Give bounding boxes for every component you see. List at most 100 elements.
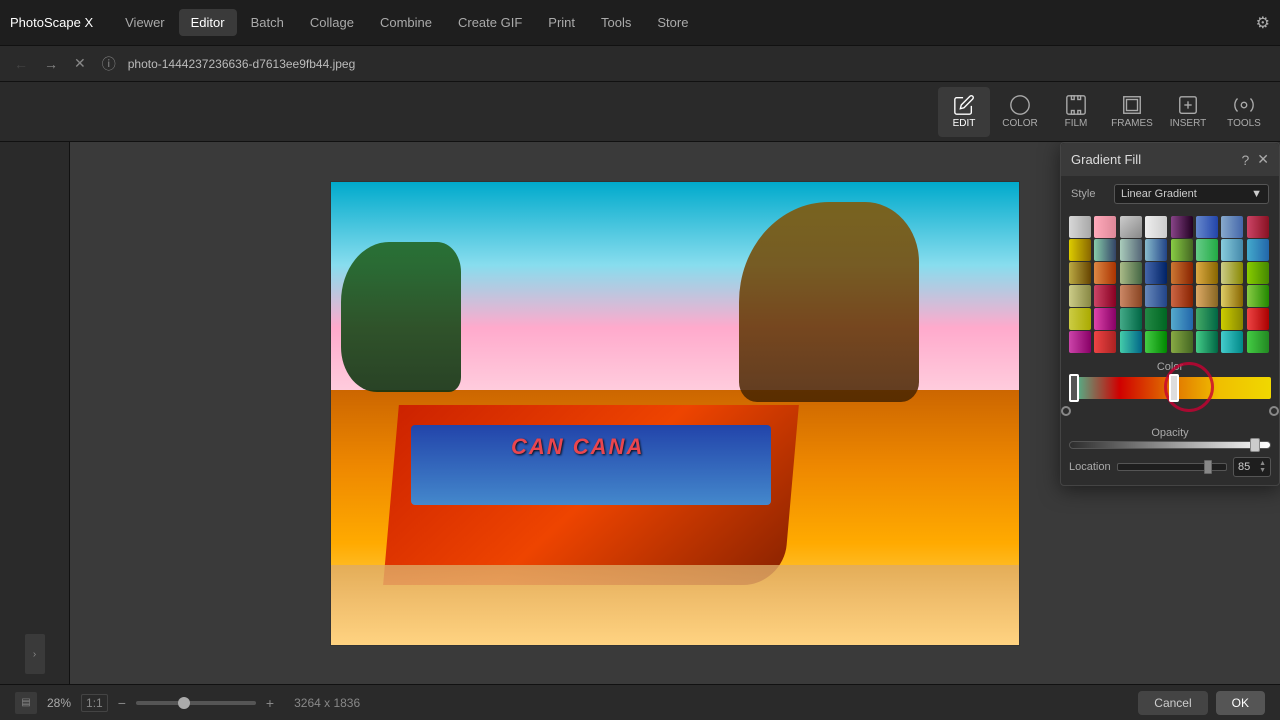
swatch-item[interactable] (1221, 262, 1243, 284)
swatch-item[interactable] (1196, 239, 1218, 261)
opacity-label: Opacity (1069, 423, 1271, 441)
tab-collage[interactable]: Collage (298, 9, 366, 36)
color-stop-handle-left[interactable] (1069, 374, 1079, 402)
swatch-item[interactable] (1145, 331, 1167, 353)
tab-batch[interactable]: Batch (239, 9, 296, 36)
swatch-item[interactable] (1094, 262, 1116, 284)
tab-combine[interactable]: Combine (368, 9, 444, 36)
swatch-item[interactable] (1171, 216, 1193, 238)
swatch-item[interactable] (1221, 308, 1243, 330)
swatch-item[interactable] (1120, 239, 1142, 261)
swatch-item[interactable] (1171, 239, 1193, 261)
location-slider-thumb[interactable] (1204, 460, 1212, 474)
swatch-item[interactable] (1069, 308, 1091, 330)
swatch-item[interactable] (1247, 331, 1269, 353)
swatch-item[interactable] (1094, 285, 1116, 307)
ok-button[interactable]: OK (1216, 691, 1265, 715)
tab-tools[interactable]: Tools (589, 9, 643, 36)
sidebar-collapse-button[interactable]: › (25, 634, 45, 674)
opacity-slider-track[interactable] (1069, 441, 1271, 449)
swatch-item[interactable] (1171, 285, 1193, 307)
gear-icon[interactable]: ⚙ (1256, 13, 1270, 33)
swatch-item[interactable] (1196, 285, 1218, 307)
swatch-item[interactable] (1221, 285, 1243, 307)
color-icon (1009, 94, 1031, 116)
swatch-item[interactable] (1196, 331, 1218, 353)
swatch-item[interactable] (1221, 216, 1243, 238)
swatch-item[interactable] (1094, 308, 1116, 330)
zoom-out-button[interactable]: − (118, 695, 126, 711)
tool-edit[interactable]: EDIT (938, 87, 990, 137)
tool-film[interactable]: FILM (1050, 87, 1102, 137)
swatch-item[interactable] (1120, 285, 1142, 307)
swatch-item[interactable] (1069, 262, 1091, 284)
tab-store[interactable]: Store (645, 9, 700, 36)
tab-editor[interactable]: Editor (179, 9, 237, 36)
swatch-item[interactable] (1247, 262, 1269, 284)
swatch-item[interactable] (1145, 285, 1167, 307)
swatch-item[interactable] (1120, 216, 1142, 238)
tab-viewer[interactable]: Viewer (113, 9, 177, 36)
swatch-item[interactable] (1247, 285, 1269, 307)
tab-print[interactable]: Print (536, 9, 587, 36)
thumbnail-button[interactable]: ▤ (15, 692, 37, 714)
swatch-item[interactable] (1145, 216, 1167, 238)
cancel-button[interactable]: Cancel (1138, 691, 1207, 715)
location-increment[interactable]: ▲ (1259, 460, 1266, 467)
swatch-item[interactable] (1196, 262, 1218, 284)
filename: photo-1444237236636-d7613ee9fb44.jpeg (128, 57, 1270, 71)
addressbar: ← → ✕ ⓘ photo-1444237236636-d7613ee9fb44… (0, 46, 1280, 82)
forward-button[interactable]: → (40, 54, 62, 74)
swatch-item[interactable] (1171, 262, 1193, 284)
stop-marker-left[interactable] (1061, 406, 1071, 416)
swatch-item[interactable] (1145, 262, 1167, 284)
tool-tools[interactable]: TOOLS (1218, 87, 1270, 137)
edit-icon (953, 94, 975, 116)
boat-text: CAN CANA (511, 434, 644, 460)
swatch-item[interactable] (1094, 331, 1116, 353)
swatch-item[interactable] (1247, 239, 1269, 261)
close-nav-button[interactable]: ✕ (70, 53, 90, 74)
back-button[interactable]: ← (10, 54, 32, 74)
swatch-item[interactable] (1247, 308, 1269, 330)
swatch-item[interactable] (1069, 239, 1091, 261)
swatch-item[interactable] (1247, 216, 1269, 238)
swatch-item[interactable] (1145, 239, 1167, 261)
location-slider-track[interactable] (1117, 463, 1227, 471)
swatch-item[interactable] (1094, 239, 1116, 261)
swatch-item[interactable] (1221, 239, 1243, 261)
swatch-item[interactable] (1069, 285, 1091, 307)
location-spinner[interactable]: ▲ ▼ (1259, 460, 1266, 474)
location-decrement[interactable]: ▼ (1259, 467, 1266, 474)
tool-color[interactable]: COLOR (994, 87, 1046, 137)
info-button[interactable]: ⓘ (98, 52, 120, 76)
swatch-item[interactable] (1120, 308, 1142, 330)
dialog-help-button[interactable]: ? (1241, 152, 1249, 168)
zoom-in-button[interactable]: + (266, 695, 274, 711)
opacity-slider-thumb[interactable] (1250, 438, 1260, 452)
swatch-item[interactable] (1196, 308, 1218, 330)
swatch-item[interactable] (1171, 308, 1193, 330)
zoom-slider-thumb[interactable] (178, 697, 190, 709)
swatch-item[interactable] (1120, 262, 1142, 284)
tool-insert[interactable]: INSERT (1162, 87, 1214, 137)
zoom-ratio[interactable]: 1:1 (81, 694, 108, 712)
zoom-slider-track[interactable] (136, 701, 256, 705)
swatch-item[interactable] (1145, 308, 1167, 330)
stop-marker-right[interactable] (1269, 406, 1279, 416)
dialog-close-button[interactable]: ✕ (1257, 151, 1269, 168)
tool-frames[interactable]: FRAMES (1106, 87, 1158, 137)
swatch-item[interactable] (1221, 331, 1243, 353)
color-stop-handle-active[interactable] (1169, 374, 1179, 402)
swatch-item[interactable] (1196, 216, 1218, 238)
swatch-item[interactable] (1094, 216, 1116, 238)
style-dropdown-icon: ▼ (1251, 188, 1262, 200)
swatch-item[interactable] (1069, 331, 1091, 353)
tab-creategif[interactable]: Create GIF (446, 9, 534, 36)
swatch-item[interactable] (1069, 216, 1091, 238)
swatch-item[interactable] (1120, 331, 1142, 353)
swatch-item[interactable] (1171, 331, 1193, 353)
color-label: Color (1061, 357, 1279, 375)
gradient-bar-track[interactable] (1069, 377, 1271, 399)
style-select[interactable]: Linear Gradient ▼ (1114, 184, 1269, 204)
